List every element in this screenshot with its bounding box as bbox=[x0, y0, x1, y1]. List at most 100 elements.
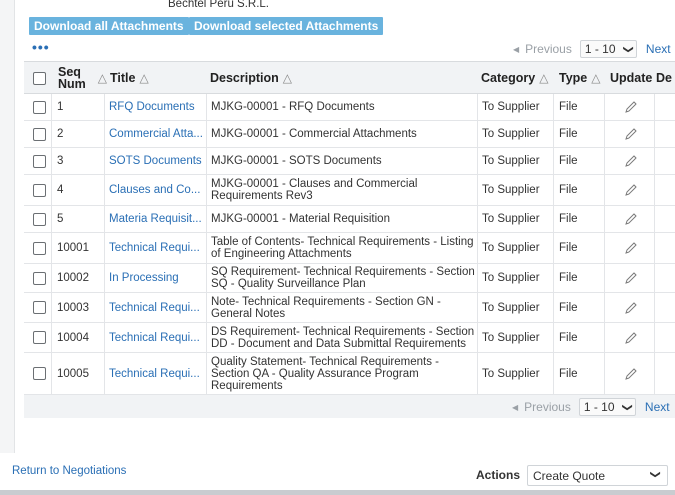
download-selected-button[interactable]: Download selected Attachments bbox=[189, 17, 384, 35]
select-all-checkbox[interactable] bbox=[33, 71, 46, 85]
seq-num-cell: 10005 bbox=[57, 367, 89, 380]
previous-link[interactable]: ◀ Previous bbox=[512, 400, 571, 414]
type-cell: File bbox=[559, 367, 578, 380]
row-checkbox[interactable] bbox=[33, 271, 46, 285]
column-title[interactable]: Title △ bbox=[110, 62, 149, 94]
row-checkbox[interactable] bbox=[33, 212, 46, 226]
row-checkbox[interactable] bbox=[33, 100, 46, 114]
attachment-title-link[interactable]: Technical Requi... bbox=[109, 233, 205, 263]
description-cell: DS Requirement- Technical Requirements -… bbox=[211, 325, 475, 350]
row-checkbox[interactable] bbox=[33, 154, 46, 168]
attachment-title-link[interactable]: Technical Requi... bbox=[109, 353, 205, 394]
attachment-title-link[interactable]: Technical Requi... bbox=[109, 293, 205, 322]
pencil-icon[interactable] bbox=[623, 293, 639, 322]
seq-num-cell: 10004 bbox=[57, 331, 89, 344]
category-cell: To Supplier bbox=[482, 272, 540, 284]
type-cell: File bbox=[559, 272, 578, 284]
attachment-title-link[interactable]: Clauses and Co... bbox=[109, 175, 205, 205]
row-select-cell[interactable] bbox=[33, 121, 46, 147]
row-select-cell[interactable] bbox=[33, 353, 46, 394]
row-select-cell[interactable] bbox=[33, 206, 46, 232]
select-all-cell[interactable] bbox=[33, 62, 46, 94]
next-link[interactable]: Next bbox=[646, 42, 671, 56]
return-to-negotiations-link[interactable]: Return to Negotiations bbox=[12, 465, 126, 477]
previous-label: Previous bbox=[525, 42, 572, 56]
column-category[interactable]: Category △ bbox=[481, 62, 548, 94]
seq-num-cell: 1 bbox=[57, 101, 64, 113]
row-checkbox[interactable] bbox=[33, 183, 46, 197]
row-select-cell[interactable] bbox=[33, 323, 46, 352]
type-cell: File bbox=[559, 184, 578, 196]
attachment-title-link[interactable]: Commercial Atta... bbox=[109, 121, 205, 147]
row-checkbox[interactable] bbox=[33, 331, 46, 344]
attachments-table: Seq Num △ Title △ Description △ Category… bbox=[24, 61, 675, 418]
page-range-select[interactable]: 1 - 10 ❯ bbox=[578, 398, 636, 416]
pencil-icon[interactable] bbox=[623, 233, 639, 263]
type-cell: File bbox=[559, 128, 578, 140]
table-row: 10004 Technical Requi... DS Requirement-… bbox=[24, 323, 675, 353]
actions-select[interactable]: Create Quote ❯ bbox=[527, 465, 668, 486]
chevron-down-icon: ❯ bbox=[621, 402, 633, 412]
description-cell: MJKG-00001 - SOTS Documents bbox=[211, 155, 382, 167]
column-description[interactable]: Description △ bbox=[210, 62, 292, 94]
attachment-title-link[interactable]: RFQ Documents bbox=[109, 94, 205, 120]
column-seq-num[interactable]: Seq Num △ bbox=[58, 62, 107, 94]
actions-select-value: Create Quote bbox=[533, 468, 606, 483]
type-cell: File bbox=[559, 155, 578, 167]
pencil-icon[interactable] bbox=[623, 148, 639, 174]
description-cell: SQ Requirement- Technical Requirements -… bbox=[211, 266, 475, 290]
row-select-cell[interactable] bbox=[33, 94, 46, 120]
row-select-cell[interactable] bbox=[33, 293, 46, 322]
table-row: 5 Materia Requisit... MJKG-00001 - Mater… bbox=[24, 206, 675, 233]
page-range-select[interactable]: 1 - 10 ❯ bbox=[579, 40, 637, 58]
download-all-button[interactable]: Download all Attachments bbox=[29, 17, 189, 35]
seq-num-cell: 10001 bbox=[57, 242, 89, 254]
attachment-title-link[interactable]: Materia Requisit... bbox=[109, 206, 205, 232]
seq-num-cell: 2 bbox=[57, 128, 64, 140]
sort-icon[interactable]: △ bbox=[283, 71, 292, 85]
sort-icon[interactable]: △ bbox=[98, 72, 107, 84]
row-checkbox[interactable] bbox=[33, 301, 46, 314]
table-header: Seq Num △ Title △ Description △ Category… bbox=[24, 62, 675, 94]
pencil-icon[interactable] bbox=[623, 264, 639, 292]
next-link[interactable]: Next bbox=[645, 400, 670, 414]
pencil-icon[interactable] bbox=[623, 175, 639, 205]
type-cell: File bbox=[559, 101, 578, 113]
table-row: 3 SOTS Documents MJKG-00001 - SOTS Docum… bbox=[24, 148, 675, 175]
previous-link[interactable]: ◀ Previous bbox=[513, 42, 572, 56]
more-options-icon[interactable]: ••• bbox=[32, 40, 50, 54]
pencil-icon[interactable] bbox=[623, 353, 639, 394]
column-type[interactable]: Type △ bbox=[559, 62, 600, 94]
row-select-cell[interactable] bbox=[33, 233, 46, 263]
attachment-title-link[interactable]: In Processing bbox=[109, 264, 205, 292]
title-header-label: Title bbox=[110, 71, 136, 85]
chevron-down-icon: ❯ bbox=[622, 44, 634, 54]
chevron-down-icon: ❯ bbox=[649, 470, 661, 479]
description-cell: Note- Technical Requirements - Section G… bbox=[211, 295, 441, 320]
row-checkbox[interactable] bbox=[33, 127, 46, 141]
pencil-icon[interactable] bbox=[623, 94, 639, 120]
sort-icon[interactable]: △ bbox=[591, 71, 600, 85]
table-row: 2 Commercial Atta... MJKG-00001 - Commer… bbox=[24, 121, 675, 148]
column-update: Update bbox=[610, 62, 652, 94]
pencil-icon[interactable] bbox=[623, 323, 639, 352]
pencil-icon[interactable] bbox=[623, 121, 639, 147]
sort-icon[interactable]: △ bbox=[539, 71, 548, 85]
table-row: 10005 Technical Requi... Quality Stateme… bbox=[24, 353, 675, 395]
category-cell: To Supplier bbox=[482, 367, 540, 380]
table-row: 1 RFQ Documents MJKG-00001 - RFQ Documen… bbox=[24, 94, 675, 121]
row-checkbox[interactable] bbox=[33, 367, 46, 380]
row-checkbox[interactable] bbox=[33, 241, 46, 255]
pencil-icon[interactable] bbox=[623, 206, 639, 232]
row-select-cell[interactable] bbox=[33, 264, 46, 292]
seq-num-cell: 10002 bbox=[57, 272, 89, 284]
delete-header-label: De bbox=[656, 71, 672, 85]
row-select-cell[interactable] bbox=[33, 148, 46, 174]
category-cell: To Supplier bbox=[482, 301, 540, 314]
attachment-title-link[interactable]: SOTS Documents bbox=[109, 148, 205, 174]
sort-icon[interactable]: △ bbox=[139, 71, 148, 85]
pager-bottom: ◀ Previous 1 - 10 ❯ Next bbox=[512, 397, 670, 417]
window-bottom-edge bbox=[0, 490, 675, 495]
attachment-title-link[interactable]: Technical Requi... bbox=[109, 323, 205, 352]
row-select-cell[interactable] bbox=[33, 175, 46, 205]
